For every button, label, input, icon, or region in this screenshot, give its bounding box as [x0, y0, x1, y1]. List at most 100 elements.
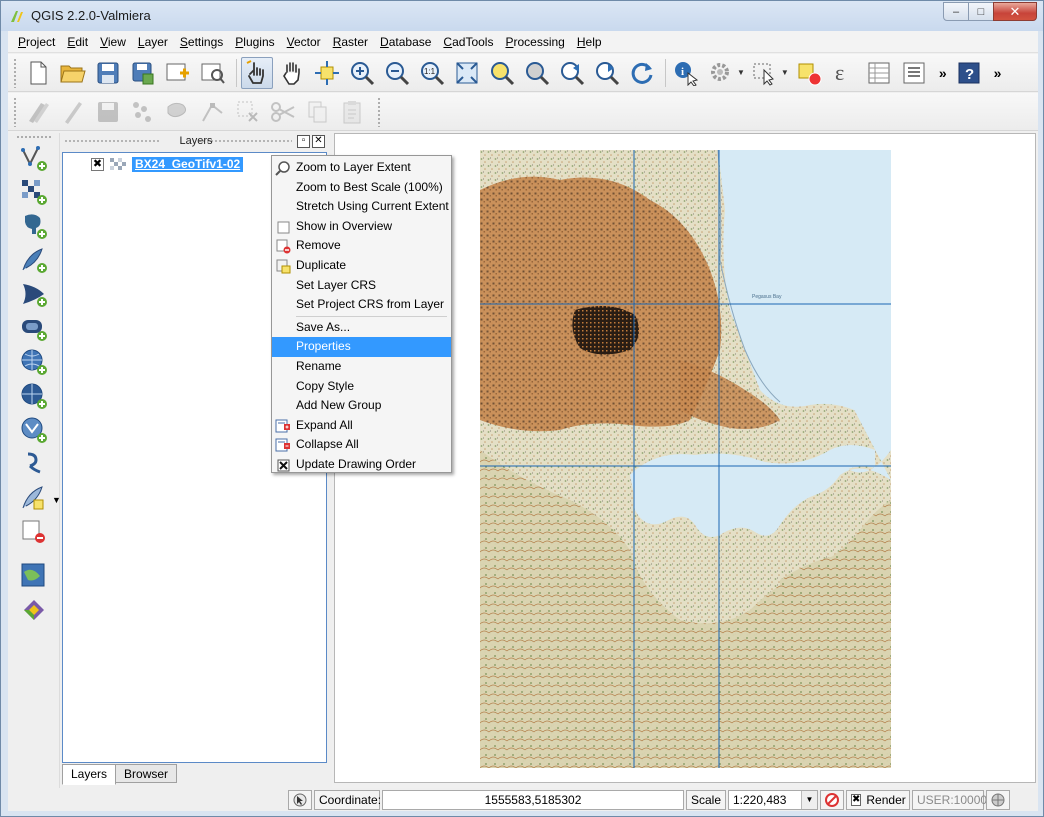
georeferencer-button[interactable]: [18, 561, 50, 591]
zoom-last-button[interactable]: [556, 57, 588, 89]
menu-item-set-project-crs-from-layer[interactable]: Set Project CRS from Layer: [272, 295, 451, 315]
add-wfs-layer-button[interactable]: [18, 415, 50, 445]
paste-features-button[interactable]: [337, 96, 369, 128]
menu-item-zoom-to-best-scale[interactable]: Zoom to Best Scale (100%): [272, 178, 451, 198]
menu-item-show-in-overview[interactable]: Show in Overview: [272, 217, 451, 237]
close-panel-button[interactable]: ✕: [312, 135, 325, 148]
menu-settings[interactable]: Settings: [174, 32, 229, 52]
pan-to-selected-button[interactable]: [311, 57, 343, 89]
menu-item-update-drawing-order[interactable]: Update Drawing Order: [272, 455, 451, 475]
add-spatialite-layer-button[interactable]: [18, 245, 50, 275]
zoom-full-button[interactable]: [451, 57, 483, 89]
messages-button[interactable]: [986, 789, 1010, 810]
menu-cadtools[interactable]: CadTools: [437, 32, 499, 52]
action-button[interactable]: [705, 57, 737, 89]
close-button[interactable]: ✕: [993, 2, 1037, 21]
layer-name[interactable]: BX24_GeoTifv1-02: [132, 157, 244, 172]
zoom-in-button[interactable]: [346, 57, 378, 89]
menu-item-rename[interactable]: Rename: [272, 357, 451, 377]
menu-view[interactable]: View: [94, 32, 132, 52]
zoom-out-button[interactable]: [381, 57, 413, 89]
menu-layer[interactable]: Layer: [132, 32, 174, 52]
new-shapefile-button[interactable]: [18, 483, 50, 513]
save-as-button[interactable]: [127, 57, 159, 89]
title-bar[interactable]: QGIS 2.2.0-Valmiera ‒ □ ✕: [1, 1, 1043, 31]
minimize-button[interactable]: ‒: [943, 2, 969, 21]
menu-edit[interactable]: Edit: [61, 32, 94, 52]
add-vector-layer-button[interactable]: [18, 143, 50, 173]
deselect-all-button[interactable]: [793, 57, 825, 89]
delete-selected-button[interactable]: [232, 96, 264, 128]
menu-item-add-new-group[interactable]: Add New Group: [272, 396, 451, 416]
menu-help[interactable]: Help: [571, 32, 608, 52]
menu-item-properties[interactable]: Properties: [272, 337, 451, 357]
save-project-button[interactable]: [92, 57, 124, 89]
open-project-button[interactable]: [57, 57, 89, 89]
add-mssql-layer-button[interactable]: [18, 279, 50, 309]
layer-visibility-checkbox[interactable]: ✖: [91, 158, 104, 171]
field-calculator-button[interactable]: ε: [828, 57, 860, 89]
menu-item-expand-all[interactable]: Expand All: [272, 416, 451, 436]
layer-item[interactable]: ✖ BX24_GeoTifv1-02: [69, 156, 244, 173]
menu-item-stretch-using-current-extent[interactable]: Stretch Using Current Extent: [272, 197, 451, 217]
node-tool-button[interactable]: [197, 96, 229, 128]
menu-raster[interactable]: Raster: [327, 32, 374, 52]
save-layer-edits-button[interactable]: [92, 96, 124, 128]
tab-layers[interactable]: Layers: [62, 764, 117, 785]
float-panel-button[interactable]: ▫: [297, 135, 310, 148]
stop-rendering-button[interactable]: [820, 789, 844, 810]
menu-project[interactable]: Project: [12, 32, 61, 52]
scale-combobox[interactable]: 1:220,483 ▼: [728, 789, 818, 810]
menu-item-zoom-to-layer-extent[interactable]: Zoom to Layer Extent: [272, 158, 451, 178]
menu-item-copy-style[interactable]: Copy Style: [272, 377, 451, 397]
chevron-down-icon[interactable]: ▼: [781, 68, 789, 77]
zoom-to-layer-button[interactable]: [521, 57, 553, 89]
chevron-down-icon[interactable]: ▼: [801, 790, 817, 809]
menu-item-duplicate[interactable]: Duplicate: [272, 256, 451, 276]
add-wms-layer-button[interactable]: [18, 347, 50, 377]
identify-features-button[interactable]: i: [670, 57, 702, 89]
crs-status-button[interactable]: USER:100000: [912, 789, 994, 810]
menu-database[interactable]: Database: [374, 32, 437, 52]
refresh-button[interactable]: [626, 57, 658, 89]
pan-map-button[interactable]: [276, 57, 308, 89]
select-features-button[interactable]: [749, 57, 781, 89]
toolbar-grip[interactable]: [13, 57, 18, 88]
add-delimited-text-button[interactable]: [18, 449, 50, 479]
maximize-button[interactable]: □: [968, 2, 994, 21]
toggle-editing-button[interactable]: [57, 96, 89, 128]
chevron-down-icon[interactable]: ▼: [737, 68, 745, 77]
menu-item-collapse-all[interactable]: Collapse All: [272, 435, 451, 455]
remove-layer-button[interactable]: [18, 517, 50, 547]
toolbar-overflow[interactable]: »: [939, 65, 947, 81]
menu-item-remove[interactable]: Remove: [272, 236, 451, 256]
render-checkbox[interactable]: ✖: [851, 793, 862, 806]
attribute-table-button[interactable]: [863, 57, 895, 89]
add-wcs-layer-button[interactable]: [18, 381, 50, 411]
toolbar-grip[interactable]: [377, 96, 382, 127]
add-postgis-layer-button[interactable]: [18, 211, 50, 241]
menu-processing[interactable]: Processing: [499, 32, 570, 52]
new-project-button[interactable]: [22, 57, 54, 89]
current-edits-button[interactable]: [22, 96, 54, 128]
coordinate-field[interactable]: 1555583,5185302: [382, 789, 684, 810]
statistics-button[interactable]: [898, 57, 930, 89]
zoom-next-button[interactable]: [591, 57, 623, 89]
menu-item-save-as[interactable]: Save As...: [272, 318, 451, 338]
copy-features-button[interactable]: [302, 96, 334, 128]
menu-item-set-layer-crs[interactable]: Set Layer CRS: [272, 276, 451, 296]
add-feature-button[interactable]: [127, 96, 159, 128]
toolbar-grip[interactable]: [13, 96, 18, 127]
help-contents-button[interactable]: ?: [953, 57, 985, 89]
zoom-native-button[interactable]: 1:1: [416, 57, 448, 89]
menu-vector[interactable]: Vector: [281, 32, 327, 52]
toolbar-grip[interactable]: [16, 135, 52, 140]
tab-browser[interactable]: Browser: [115, 764, 178, 783]
new-print-composer-button[interactable]: [162, 57, 194, 89]
menu-plugins[interactable]: Plugins: [229, 32, 280, 52]
plugin-tool-button[interactable]: [18, 595, 50, 625]
cut-features-button[interactable]: [267, 96, 299, 128]
toolbar-overflow[interactable]: »: [994, 65, 1002, 81]
composer-manager-button[interactable]: [197, 57, 229, 89]
move-feature-button[interactable]: [162, 96, 194, 128]
